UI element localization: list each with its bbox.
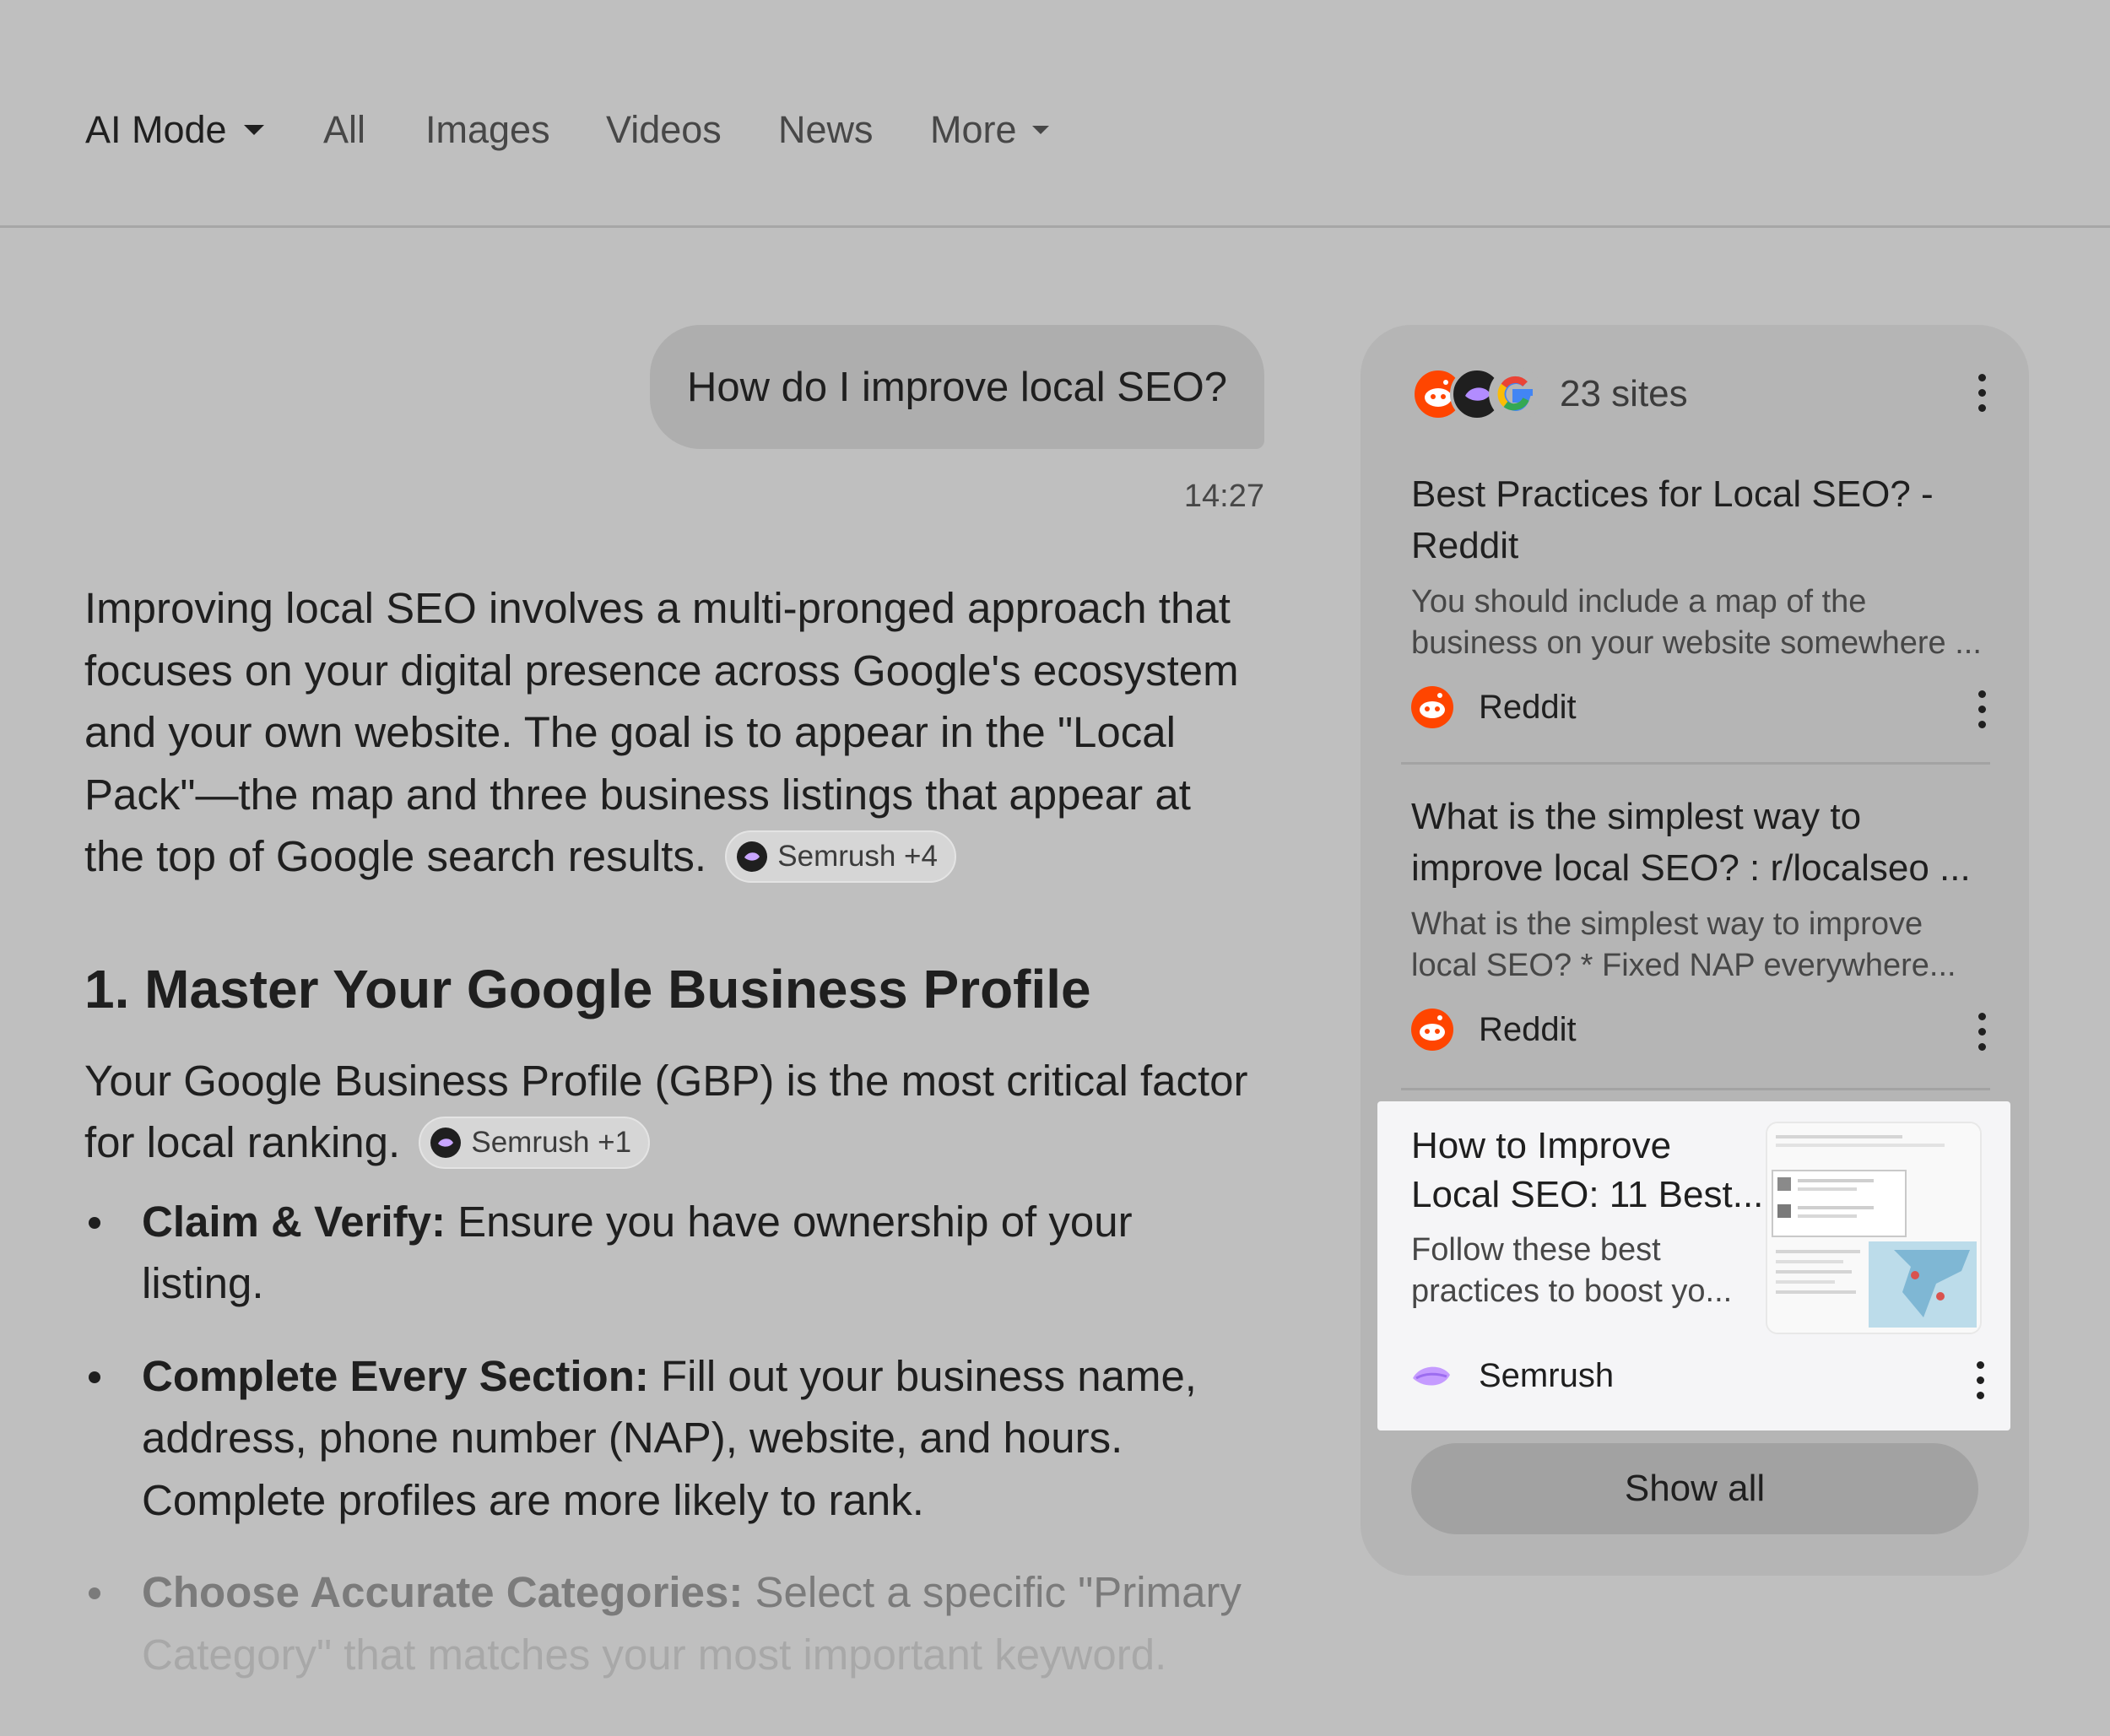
- answer-intro: Improving local SEO involves a multi-pro…: [84, 577, 1258, 888]
- sources-panel: 23 sites Best Practices for Local SEO? -…: [1361, 325, 2029, 1576]
- source-card[interactable]: Best Practices for Local SEO? - Reddit Y…: [1411, 468, 1985, 664]
- source-snippet: You should include a map of the business…: [1411, 584, 1982, 661]
- source-site: Reddit: [1411, 686, 1577, 728]
- source-site-name: Reddit: [1479, 688, 1577, 726]
- tab-news[interactable]: News: [778, 103, 874, 157]
- divider: [1401, 1088, 1990, 1090]
- source-site: Reddit: [1411, 1009, 1577, 1051]
- user-query-bubble: How do I improve local SEO?: [650, 325, 1264, 449]
- more-options-icon[interactable]: [1975, 1013, 1988, 1055]
- tab-label: Images: [425, 108, 550, 151]
- chevron-down-icon: [1031, 126, 1049, 134]
- divider: [1401, 762, 1990, 765]
- source-favicons: [1411, 367, 1555, 421]
- more-options-icon[interactable]: [1973, 1361, 1987, 1403]
- source-snippet: What is the simplest way to improve loca…: [1411, 906, 1956, 983]
- bullet-icon: [89, 1216, 100, 1229]
- source-site: Semrush: [1411, 1355, 1614, 1397]
- search-mode-tabs: AI Mode All Images Videos News More: [0, 0, 2110, 228]
- semrush-icon: [737, 841, 768, 872]
- google-icon: [1489, 367, 1543, 421]
- sites-count: 23 sites: [1560, 373, 1688, 414]
- section-text: Your Google Business Profile (GBP) is th…: [84, 1056, 1248, 1167]
- more-options-icon[interactable]: [1975, 690, 1988, 733]
- source-title[interactable]: Best Practices for Local SEO? - Reddit: [1411, 468, 1985, 571]
- section-heading: 1. Master Your Google Business Profile: [84, 958, 1091, 1019]
- source-snippet: Follow these best practices to boost yo.…: [1411, 1232, 1733, 1309]
- semrush-icon: [1413, 1366, 1450, 1386]
- semrush-icon: [430, 1127, 462, 1158]
- list-item-text: Select a specific "Primary: [743, 1568, 1242, 1616]
- list-item: Choose Accurate Categories: Select a spe…: [84, 1561, 1258, 1685]
- ai-answer: Improving local SEO involves a multi-pro…: [84, 577, 1258, 1716]
- source-thumbnail: [1766, 1122, 1982, 1334]
- source-card-highlighted[interactable]: How to Improve Local SEO: 11 Best... Fol…: [1377, 1101, 2010, 1430]
- bullet-icon: [89, 1371, 100, 1383]
- tab-more[interactable]: More: [930, 103, 1049, 157]
- source-card[interactable]: What is the simplest way to improve loca…: [1411, 791, 1985, 987]
- source-text: How to Improve Local SEO: 11 Best... Fol…: [1411, 1122, 1766, 1312]
- more-options-icon[interactable]: [1975, 374, 1988, 416]
- source-site-name: Reddit: [1479, 1010, 1577, 1048]
- source-title[interactable]: How to Improve Local SEO: 11 Best...: [1411, 1122, 1766, 1220]
- user-query-text: How do I improve local SEO?: [687, 364, 1227, 410]
- citation-chip[interactable]: Semrush +4: [725, 830, 956, 883]
- tab-images[interactable]: Images: [425, 103, 550, 157]
- bullet-icon: [89, 1587, 100, 1599]
- source-title[interactable]: What is the simplest way to improve loca…: [1411, 791, 1985, 894]
- tab-videos[interactable]: Videos: [606, 103, 722, 157]
- citation-label: Semrush +1: [471, 1125, 632, 1159]
- tab-label: More: [930, 108, 1017, 151]
- reddit-icon: [1411, 686, 1453, 728]
- tab-label: News: [778, 108, 874, 151]
- reddit-icon: [1411, 1009, 1453, 1051]
- chevron-down-icon: [243, 125, 264, 135]
- message-timestamp: 14:27: [1183, 479, 1264, 514]
- list-item: Complete Every Section: Fill out your bu…: [84, 1345, 1258, 1532]
- tab-ai-mode[interactable]: AI Mode: [85, 103, 264, 157]
- citation-chip[interactable]: Semrush +1: [419, 1116, 651, 1169]
- show-all-button[interactable]: Show all: [1411, 1443, 1978, 1534]
- sources-header[interactable]: 23 sites: [1411, 367, 1688, 421]
- source-site-name: Semrush: [1479, 1356, 1615, 1394]
- list-item-bold: Choose Accurate Categories:: [142, 1568, 744, 1616]
- list-item: Claim & Verify: Ensure you have ownershi…: [84, 1191, 1258, 1315]
- answer-intro-text: Improving local SEO involves a multi-pro…: [84, 584, 1239, 880]
- list-item-bold: Complete Every Section:: [142, 1351, 649, 1400]
- show-all-label: Show all: [1624, 1468, 1766, 1509]
- tab-label: All: [323, 108, 366, 151]
- list-item-bold: Claim & Verify:: [142, 1197, 446, 1246]
- tab-all[interactable]: All: [323, 103, 365, 157]
- tips-list: Claim & Verify: Ensure you have ownershi…: [84, 1191, 1258, 1686]
- tab-label: AI Mode: [85, 108, 227, 151]
- tab-label: Videos: [606, 108, 722, 151]
- list-item-text-continued: Category" that matches your most importa…: [142, 1630, 1167, 1679]
- section-paragraph: Your Google Business Profile (GBP) is th…: [84, 1050, 1258, 1174]
- citation-label: Semrush +4: [777, 839, 938, 873]
